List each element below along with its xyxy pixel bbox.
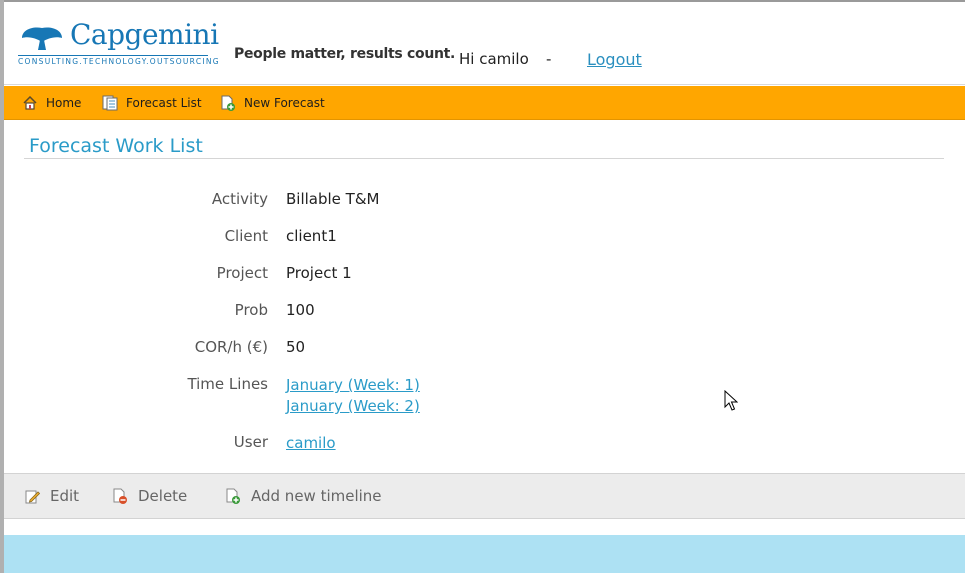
footer-bar <box>4 535 965 573</box>
user-label: User <box>233 433 268 451</box>
cor-label: COR/h (€) <box>194 338 268 356</box>
action-toolbar: Edit Delete Add new timeline <box>4 473 965 519</box>
add-document-icon <box>226 488 240 504</box>
home-icon <box>23 95 37 110</box>
add-timeline-button[interactable]: Add new timeline <box>225 474 382 518</box>
navbar: Home Forecast List New Forecast <box>4 86 965 120</box>
user-value: camilo <box>286 433 336 454</box>
nav-item-label: New Forecast <box>244 95 325 110</box>
list-icon <box>102 95 118 110</box>
nav-item-home[interactable]: Home <box>22 86 81 119</box>
project-label: Project <box>216 264 268 282</box>
prob-label: Prob <box>234 301 268 319</box>
activity-label: Activity <box>211 190 268 208</box>
delete-button[interactable]: Delete <box>112 474 187 518</box>
logout-link[interactable]: Logout <box>587 50 642 69</box>
edit-button[interactable]: Edit <box>24 474 79 518</box>
brand-tagline: CONSULTING.TECHNOLOGY.OUTSOURCING <box>18 55 220 66</box>
cor-value: 50 <box>286 338 306 356</box>
spade-icon <box>22 27 62 50</box>
timelines-list: January (Week: 1) January (Week: 2) <box>286 375 420 417</box>
timeline-link-week-2[interactable]: January (Week: 2) <box>286 396 420 417</box>
pencil-icon <box>25 490 40 504</box>
new-document-icon <box>221 95 235 111</box>
user-greeting: Hi camilo <box>459 50 529 68</box>
activity-value: Billable T&M <box>286 190 380 208</box>
brand-name: Capgemini <box>70 18 219 51</box>
project-value: Project 1 <box>286 264 352 282</box>
nav-item-label: Home <box>46 95 82 110</box>
delete-label: Delete <box>138 487 188 505</box>
nav-item-forecast-list[interactable]: Forecast List <box>102 86 202 119</box>
header: Capgemini CONSULTING.TECHNOLOGY.OUTSOURC… <box>4 2 965 85</box>
timeline-link-week-1[interactable]: January (Week: 1) <box>286 375 420 396</box>
prob-value: 100 <box>286 301 315 319</box>
client-value: client1 <box>286 227 337 245</box>
title-divider <box>24 158 944 159</box>
mouse-cursor-icon <box>724 390 738 411</box>
timelines-label: Time Lines <box>187 375 268 393</box>
edit-label: Edit <box>50 487 80 505</box>
client-label: Client <box>224 227 268 245</box>
user-link[interactable]: camilo <box>286 433 336 454</box>
nav-item-label: Forecast List <box>126 95 202 110</box>
page-title: Forecast Work List <box>29 135 203 157</box>
capgemini-logo: Capgemini CONSULTING.TECHNOLOGY.OUTSOURC… <box>18 18 220 68</box>
header-separator: - <box>546 50 552 68</box>
app-window: Capgemini CONSULTING.TECHNOLOGY.OUTSOURC… <box>4 0 965 573</box>
delete-document-icon <box>113 488 127 504</box>
add-timeline-label: Add new timeline <box>251 487 382 505</box>
motto: People matter, results count. <box>234 46 456 62</box>
nav-item-new-forecast[interactable]: New Forecast <box>220 86 325 119</box>
